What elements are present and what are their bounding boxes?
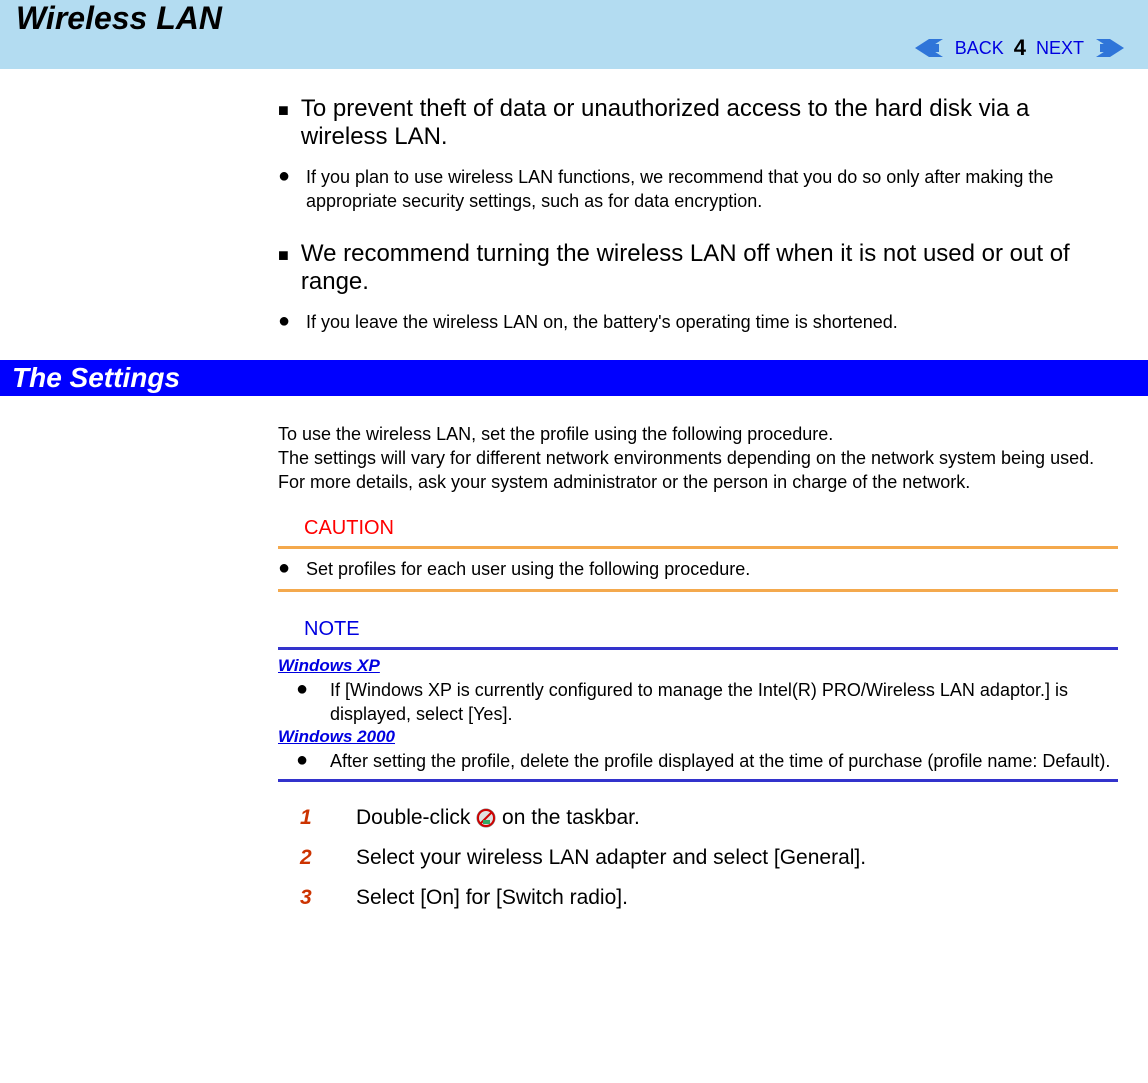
taskbar-wireless-icon bbox=[476, 808, 496, 828]
page-title: Wireless LAN bbox=[16, 0, 1132, 37]
step-row: 1 Double-click on the taskbar. bbox=[278, 806, 1118, 830]
bullet-security-settings: ● If you plan to use wireless LAN functi… bbox=[278, 165, 1118, 214]
bullet-dot-icon: ● bbox=[278, 749, 330, 773]
step-row: 3 Select [On] for [Switch radio]. bbox=[278, 886, 1118, 910]
bullet-dot-icon: ● bbox=[278, 310, 306, 334]
step-number: 1 bbox=[278, 806, 356, 830]
next-link[interactable]: NEXT bbox=[1036, 38, 1084, 59]
page-number: 4 bbox=[1014, 35, 1026, 61]
square-bullet-icon: ■ bbox=[278, 95, 289, 151]
bullet-dot-icon: ● bbox=[278, 557, 306, 581]
os-label-xp: Windows XP bbox=[278, 656, 1118, 676]
caution-bullet-text: Set profiles for each user using the fol… bbox=[306, 557, 1118, 581]
step-number: 3 bbox=[278, 886, 356, 910]
step-row: 2 Select your wireless LAN adapter and s… bbox=[278, 846, 1118, 870]
bullet-text: If you plan to use wireless LAN function… bbox=[306, 165, 1118, 214]
bullet-battery: ● If you leave the wireless LAN on, the … bbox=[278, 310, 1118, 334]
back-link[interactable]: BACK bbox=[955, 38, 1004, 59]
step-text-after: on the taskbar. bbox=[496, 806, 640, 829]
heading-prevent-theft: ■ To prevent theft of data or unauthoriz… bbox=[278, 95, 1118, 151]
step-text: Select your wireless LAN adapter and sel… bbox=[356, 846, 1118, 870]
section-title-bar: The Settings bbox=[0, 360, 1148, 396]
back-arrow-icon[interactable] bbox=[915, 37, 947, 59]
heading-turn-off: ■ We recommend turning the wireless LAN … bbox=[278, 240, 1118, 296]
note-2000-bullet: After setting the profile, delete the pr… bbox=[330, 749, 1118, 773]
step-number: 2 bbox=[278, 846, 356, 870]
nav-row: BACK 4 NEXT bbox=[915, 35, 1124, 61]
content-column: ■ To prevent theft of data or unauthoriz… bbox=[278, 95, 1118, 334]
step-text-before: Double-click bbox=[356, 806, 476, 829]
bullet-text: If you leave the wireless LAN on, the ba… bbox=[306, 310, 1118, 334]
caution-box: ● Set profiles for each user using the f… bbox=[278, 546, 1118, 592]
header-band: Wireless LAN BACK 4 NEXT bbox=[0, 0, 1148, 69]
intro-paragraph: To use the wireless LAN, set the profile… bbox=[278, 422, 1118, 495]
os-label-2000: Windows 2000 bbox=[278, 727, 1118, 747]
note-label: NOTE bbox=[304, 618, 1118, 641]
caution-label: CAUTION bbox=[304, 517, 1118, 540]
next-arrow-icon[interactable] bbox=[1092, 37, 1124, 59]
square-bullet-icon: ■ bbox=[278, 240, 289, 296]
bullet-dot-icon: ● bbox=[278, 678, 330, 727]
heading-text: We recommend turning the wireless LAN of… bbox=[301, 240, 1118, 296]
note-xp-bullet: If [Windows XP is currently configured t… bbox=[330, 678, 1118, 727]
content-column: To use the wireless LAN, set the profile… bbox=[278, 422, 1118, 910]
bullet-dot-icon: ● bbox=[278, 165, 306, 214]
note-box: Windows XP ● If [Windows XP is currently… bbox=[278, 647, 1118, 782]
step-text: Double-click on the taskbar. bbox=[356, 806, 1118, 830]
heading-text: To prevent theft of data or unauthorized… bbox=[301, 95, 1118, 151]
step-text: Select [On] for [Switch radio]. bbox=[356, 886, 1118, 910]
